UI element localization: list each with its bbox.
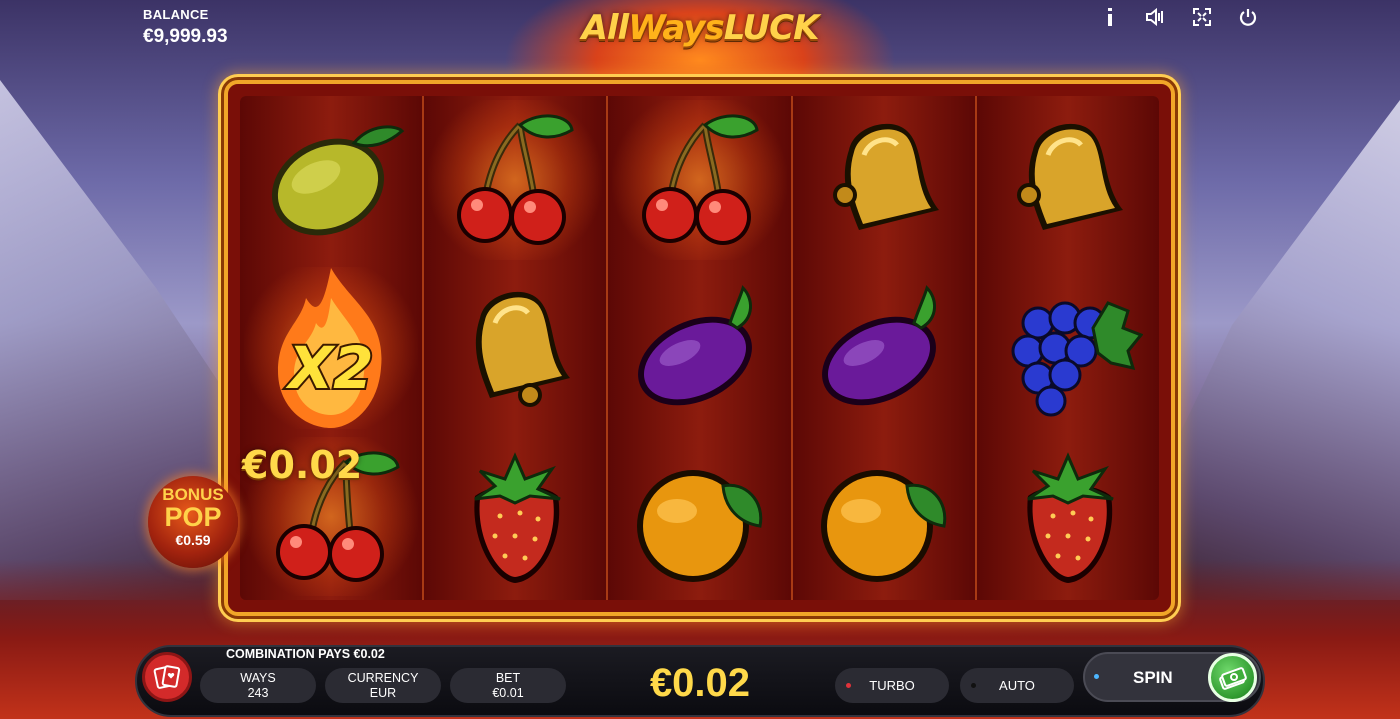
- turbo-label: TURBO: [869, 678, 915, 693]
- fullscreen-icon[interactable]: [1190, 6, 1214, 28]
- grapes-icon: [1011, 301, 1143, 417]
- ways-label: WAYS: [240, 670, 276, 685]
- reel-1: X2: [240, 96, 425, 600]
- logo-part-all: All: [581, 8, 630, 48]
- bell-icon: [476, 291, 571, 407]
- symbol-cell: [424, 432, 606, 600]
- turbo-toggle[interactable]: TURBO: [835, 668, 949, 703]
- logo-part-luck: LUCK: [723, 8, 820, 48]
- auto-toggle[interactable]: AUTO: [960, 668, 1074, 703]
- ways-value: 243: [247, 685, 269, 700]
- fire-multiplier-icon: X2: [278, 268, 382, 428]
- orange-icon: [636, 470, 762, 582]
- symbol-cell: [977, 432, 1159, 600]
- symbol-cell: [424, 264, 606, 432]
- symbol-cell: [424, 96, 606, 264]
- spin-cash-icon[interactable]: [1208, 653, 1257, 702]
- ways-display: WAYS 243: [200, 668, 316, 703]
- symbol-cell: [240, 96, 422, 263]
- reel-5: [976, 96, 1159, 600]
- top-toolbar: [1098, 6, 1260, 28]
- orange-icon: [820, 470, 946, 582]
- game-logo: AllWaysLUCK: [550, 8, 850, 52]
- strawberry-icon: [474, 452, 561, 583]
- total-win-display: €0.02: [649, 661, 751, 705]
- sound-icon[interactable]: [1144, 6, 1168, 28]
- cherry-icon: [641, 114, 759, 245]
- bet-selector[interactable]: BET €0.01: [450, 668, 566, 703]
- reel-3: [608, 96, 793, 600]
- plum-icon: [821, 285, 936, 406]
- strawberry-icon: [1027, 452, 1114, 583]
- combination-pays-text: COMBINATION PAYS €0.02: [226, 647, 385, 661]
- symbol-cell: X2: [240, 263, 422, 433]
- symbol-cell: [977, 96, 1159, 264]
- bet-label: BET: [495, 670, 521, 685]
- symbol-cell: [793, 96, 975, 264]
- reel-4: [792, 96, 977, 600]
- bell-icon: [832, 123, 939, 230]
- info-icon[interactable]: [1098, 6, 1122, 28]
- multiplier-label: X2: [286, 334, 374, 402]
- paytable-button[interactable]: [142, 652, 192, 702]
- currency-value: EUR: [369, 685, 397, 700]
- bet-value: €0.01: [492, 685, 524, 700]
- bonus-pop-amount: €0.59: [175, 532, 211, 548]
- bonus-pop-line2: POP: [164, 502, 222, 532]
- reel-frame: X2: [224, 80, 1175, 616]
- cherry-icon: [457, 114, 574, 245]
- symbol-cell: [608, 96, 790, 264]
- auto-indicator-dot: [971, 683, 976, 688]
- symbol-cell: [793, 432, 975, 600]
- symbol-cell: [977, 264, 1159, 432]
- reel-grid: X2: [240, 96, 1159, 600]
- plum-icon: [637, 285, 752, 406]
- auto-label: AUTO: [999, 678, 1035, 693]
- symbol-cell: [608, 432, 790, 600]
- power-icon[interactable]: [1236, 6, 1260, 28]
- currency-label: CURRENCY: [347, 670, 419, 685]
- currency-display: CURRENCY EUR: [325, 668, 441, 703]
- bonus-pop-badge[interactable]: BONUS POP €0.59: [148, 476, 238, 568]
- cards-heart-icon: [153, 665, 181, 689]
- logo-part-ways: Ways: [628, 8, 724, 48]
- symbol-cell: [608, 264, 790, 432]
- bell-icon: [1016, 123, 1123, 230]
- balance-value: €9,999.93: [143, 26, 228, 47]
- lemon-icon: [272, 124, 405, 235]
- spin-indicator-dot: [1094, 674, 1099, 679]
- turbo-indicator-dot: [846, 683, 851, 688]
- reel-2: [424, 96, 609, 600]
- spin-label[interactable]: SPIN: [1133, 668, 1173, 688]
- balance-label: BALANCE: [143, 7, 209, 22]
- cell-win-amount: €0.02: [242, 443, 363, 487]
- symbol-cell: [793, 264, 975, 432]
